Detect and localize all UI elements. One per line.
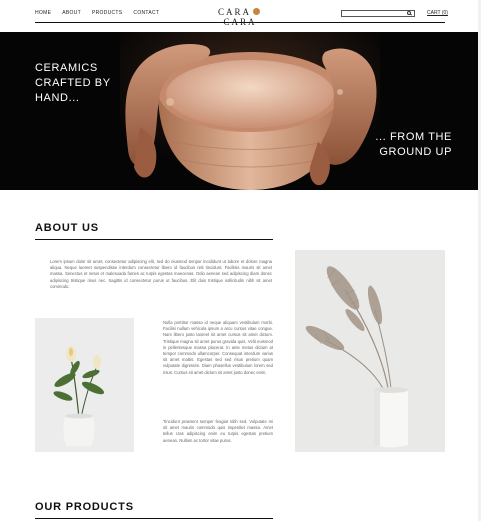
products-heading: OUR PRODUCTS [35,501,134,513]
header-divider [35,22,445,23]
main-nav: HOME ABOUT PRODUCTS CONTACT [35,10,159,16]
search-box [341,10,415,25]
dried-grass-vase-photo [295,250,445,452]
about-heading: ABOUT US [35,222,99,234]
about-paragraph-2: Nulla porttitor massa id neque aliquam v… [163,320,273,375]
hero-tagline-left: CERAMICS CRAFTED BY HAND... [35,62,111,104]
nav-home-link[interactable]: HOME [35,10,51,16]
about-heading-rule [35,239,273,240]
logo-dot-icon [253,8,260,16]
products-heading-rule [35,518,273,519]
search-icon[interactable] [407,11,411,15]
pottery-hands-image [0,32,481,190]
about-paragraph-3: Tincidunt praesent semper feugiat nibh s… [163,419,273,443]
plant-vase-photo [35,318,134,452]
plant-vase-image [35,318,134,452]
page: HOME ABOUT PRODUCTS CONTACT CARACARA CAR… [0,0,481,521]
brand-logo-left: CARA [217,7,251,17]
nav-contact-link[interactable]: CONTACT [133,10,159,16]
brand-logo[interactable]: CARACARA [205,7,275,27]
hero-tagline-right: ... FROM THE GROUND UP [375,131,452,158]
nav-about-link[interactable]: ABOUT [62,10,81,16]
cart-link[interactable]: CART (0) [427,10,448,16]
hero-banner: CERAMICS CRAFTED BY HAND... ... FROM THE… [0,32,481,190]
dried-grass-vase-image [295,250,445,452]
nav-products-link[interactable]: PRODUCTS [92,10,122,16]
about-paragraph-1: Lorem ipsum dolor sit amet, consectetur … [50,259,272,289]
